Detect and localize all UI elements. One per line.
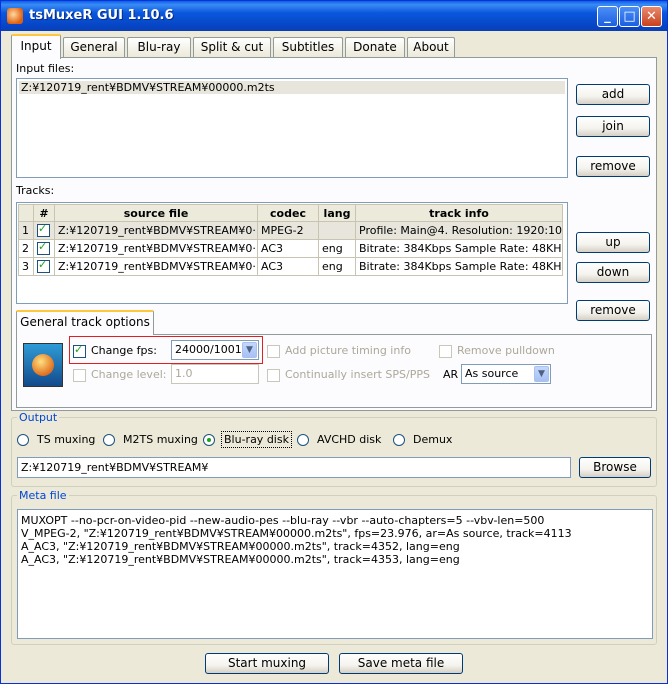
meta-line: V_MPEG-2, "Z:¥120719_rent¥BDMV¥STREAM¥00…	[21, 527, 572, 540]
m2ts-muxing-label: M2TS muxing	[123, 433, 198, 446]
close-button[interactable]: ✕	[641, 6, 662, 27]
level-select[interactable]: 1.0	[171, 364, 259, 384]
table-row[interactable]: 3 Z:¥120719_rent¥BDMV¥STREAM¥0··· AC3 en…	[18, 257, 563, 276]
output-label: Output	[17, 411, 60, 424]
insert-sps-label: Continually insert SPS/PPS	[285, 368, 430, 381]
output-path-input[interactable]: Z:¥120719_rent¥BDMV¥STREAM¥	[17, 457, 571, 478]
remove-pulldown-label: Remove pulldown	[457, 344, 555, 357]
demux-radio[interactable]	[393, 434, 405, 446]
title-bar[interactable]: tsMuxeR GUI 1.10.6 _ □ ✕	[1, 1, 667, 31]
meta-line: MUXOPT --no-pcr-on-video-pid --new-audio…	[21, 514, 545, 527]
tab-input[interactable]: Input	[11, 34, 61, 59]
track-options-panel: Change fps: 24000/1001 ▼ Add picture tim…	[16, 334, 652, 408]
tab-general[interactable]: General	[63, 37, 125, 57]
tab-donate[interactable]: Donate	[345, 37, 405, 57]
window-title: tsMuxeR GUI 1.10.6	[29, 8, 174, 23]
remove-track-button[interactable]: remove	[576, 300, 650, 321]
ts-muxing-label: TS muxing	[37, 433, 96, 446]
m2ts-muxing-radio[interactable]	[103, 434, 115, 446]
insert-sps-checkbox[interactable]	[267, 369, 280, 382]
list-item[interactable]: Z:¥120719_rent¥BDMV¥STREAM¥00000.m2ts	[19, 81, 565, 94]
col-header-check[interactable]: #	[33, 204, 55, 222]
ts-muxing-radio[interactable]	[17, 434, 29, 446]
tab-subtitles[interactable]: Subtitles	[273, 37, 343, 57]
client-area: Input General Blu-ray Split & cut Subtit…	[5, 31, 663, 679]
minimize-button[interactable]: _	[597, 6, 618, 27]
tab-split-cut[interactable]: Split & cut	[193, 37, 271, 57]
blu-ray-disk-radio[interactable]	[203, 434, 215, 446]
meta-textarea[interactable]: MUXOPT --no-pcr-on-video-pid --new-audio…	[17, 509, 653, 639]
meta-line: A_AC3, "Z:¥120719_rent¥BDMV¥STREAM¥00000…	[21, 553, 460, 566]
input-files-label: Input files:	[16, 62, 75, 75]
down-button[interactable]: down	[576, 262, 650, 283]
col-header-lang[interactable]: lang	[318, 204, 356, 222]
input-tab-panel: Input files: Z:¥120719_rent¥BDMV¥STREAM¥…	[11, 57, 657, 411]
remove-file-button[interactable]: remove	[576, 156, 650, 177]
ar-select[interactable]: As source ▼	[461, 364, 551, 384]
change-fps-label: Change fps:	[91, 344, 157, 357]
save-meta-button[interactable]: Save meta file	[339, 653, 463, 674]
tracks-grid: # source file codec lang track info 1 Z:…	[18, 204, 563, 276]
film-icon	[23, 343, 63, 387]
avchd-disk-radio[interactable]	[297, 434, 309, 446]
fps-select[interactable]: 24000/1001 ▼	[171, 340, 259, 360]
col-header-info[interactable]: track info	[355, 204, 563, 222]
col-header-index	[18, 204, 34, 222]
add-timing-label: Add picture timing info	[285, 344, 411, 357]
col-header-codec[interactable]: codec	[257, 204, 319, 222]
track-checkbox[interactable]	[37, 223, 50, 238]
change-level-label: Change level:	[91, 368, 167, 381]
change-level-checkbox[interactable]	[73, 369, 86, 382]
up-button[interactable]: up	[576, 232, 650, 253]
change-fps-checkbox[interactable]	[73, 343, 86, 358]
meta-line: A_AC3, "Z:¥120719_rent¥BDMV¥STREAM¥00000…	[21, 540, 460, 553]
col-header-source[interactable]: source file	[54, 204, 258, 222]
add-timing-checkbox[interactable]	[267, 345, 280, 358]
tab-general-track-options[interactable]: General track options	[16, 310, 154, 335]
ar-label: AR	[443, 368, 459, 381]
meta-label: Meta file	[17, 489, 69, 502]
remove-pulldown-checkbox[interactable]	[439, 345, 452, 358]
tab-blu-ray[interactable]: Blu-ray	[127, 37, 191, 57]
table-row[interactable]: 2 Z:¥120719_rent¥BDMV¥STREAM¥0··· AC3 en…	[18, 239, 563, 258]
browse-button[interactable]: Browse	[579, 457, 651, 478]
demux-label: Demux	[413, 433, 453, 446]
tab-about[interactable]: About	[407, 37, 455, 57]
maximize-button[interactable]: □	[619, 6, 640, 27]
avchd-disk-label: AVCHD disk	[317, 433, 382, 446]
input-files-list[interactable]: Z:¥120719_rent¥BDMV¥STREAM¥00000.m2ts	[16, 78, 568, 178]
add-button[interactable]: add	[576, 84, 650, 105]
start-muxing-button[interactable]: Start muxing	[205, 653, 329, 674]
chevron-down-icon: ▼	[242, 342, 257, 358]
tracks-table[interactable]: # source file codec lang track info 1 Z:…	[16, 202, 568, 304]
main-window: tsMuxeR GUI 1.10.6 _ □ ✕ Input General B…	[0, 0, 668, 684]
blu-ray-disk-label: Blu-ray disk	[221, 431, 292, 448]
track-checkbox[interactable]	[37, 259, 50, 274]
chevron-down-icon: ▼	[534, 366, 549, 382]
join-button[interactable]: join	[576, 116, 650, 137]
track-checkbox[interactable]	[37, 241, 50, 256]
tracks-label: Tracks:	[16, 184, 55, 197]
table-row[interactable]: 1 Z:¥120719_rent¥BDMV¥STREAM¥0··· MPEG-2…	[18, 221, 563, 240]
table-header: # source file codec lang track info	[18, 204, 563, 222]
app-icon	[7, 8, 23, 24]
